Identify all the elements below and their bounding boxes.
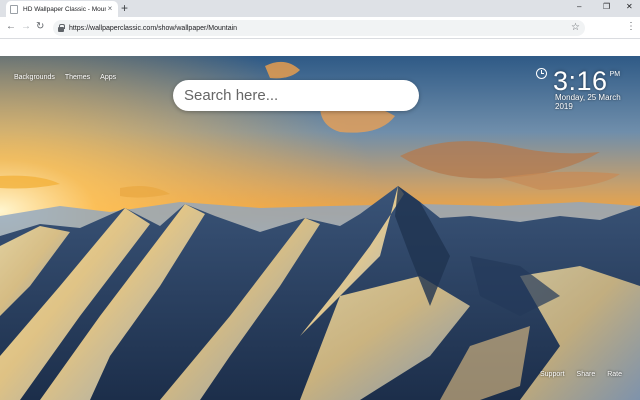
search-input[interactable]	[173, 80, 419, 111]
page-icon	[10, 4, 18, 14]
apps-link[interactable]: Apps	[100, 74, 116, 81]
new-tab-button[interactable]: +	[121, 2, 128, 14]
forward-icon[interactable]: →	[21, 21, 31, 33]
wallpaper-background: Backgrounds Themes Apps 3:16PM Monday, 2…	[0, 56, 640, 400]
browser-toolbar: ← → ↻ https://wallpaperclassic.com/show/…	[0, 17, 640, 39]
top-links: Backgrounds Themes Apps	[14, 74, 116, 81]
bookmark-star-icon[interactable]: ☆	[571, 22, 580, 33]
close-tab-icon[interactable]: ×	[106, 5, 114, 13]
backgrounds-link[interactable]: Backgrounds	[14, 74, 55, 81]
share-link[interactable]: Share	[577, 371, 596, 378]
tab-title: HD Wallpaper Classic - Mountain	[23, 5, 106, 13]
close-window-icon[interactable]: ✕	[626, 2, 633, 12]
restore-window-icon[interactable]: ❐	[603, 2, 610, 12]
clock-icon	[536, 68, 547, 79]
lock-icon	[58, 23, 65, 32]
support-link[interactable]: Support	[540, 371, 565, 378]
url-text[interactable]: https://wallpaperclassic.com/show/wallpa…	[69, 25, 237, 32]
reload-icon[interactable]: ↻	[36, 21, 44, 33]
bottom-links: Support Share Rate	[540, 371, 622, 378]
page-top-strip	[0, 39, 640, 56]
back-icon[interactable]: ←	[6, 21, 16, 33]
clock-date: Monday, 25 March 2019	[555, 93, 621, 111]
browser-tab[interactable]: HD Wallpaper Classic - Mountain ×	[6, 1, 118, 17]
browser-menu-icon[interactable]: ⋮	[626, 21, 636, 33]
tab-strip: HD Wallpaper Classic - Mountain × + – ❐ …	[0, 0, 640, 17]
rate-link[interactable]: Rate	[607, 371, 622, 378]
minimize-window-icon[interactable]: –	[577, 2, 581, 12]
address-bar[interactable]: https://wallpaperclassic.com/show/wallpa…	[53, 20, 585, 36]
themes-link[interactable]: Themes	[65, 74, 90, 81]
clock-time: 3:16 PM	[553, 66, 621, 96]
